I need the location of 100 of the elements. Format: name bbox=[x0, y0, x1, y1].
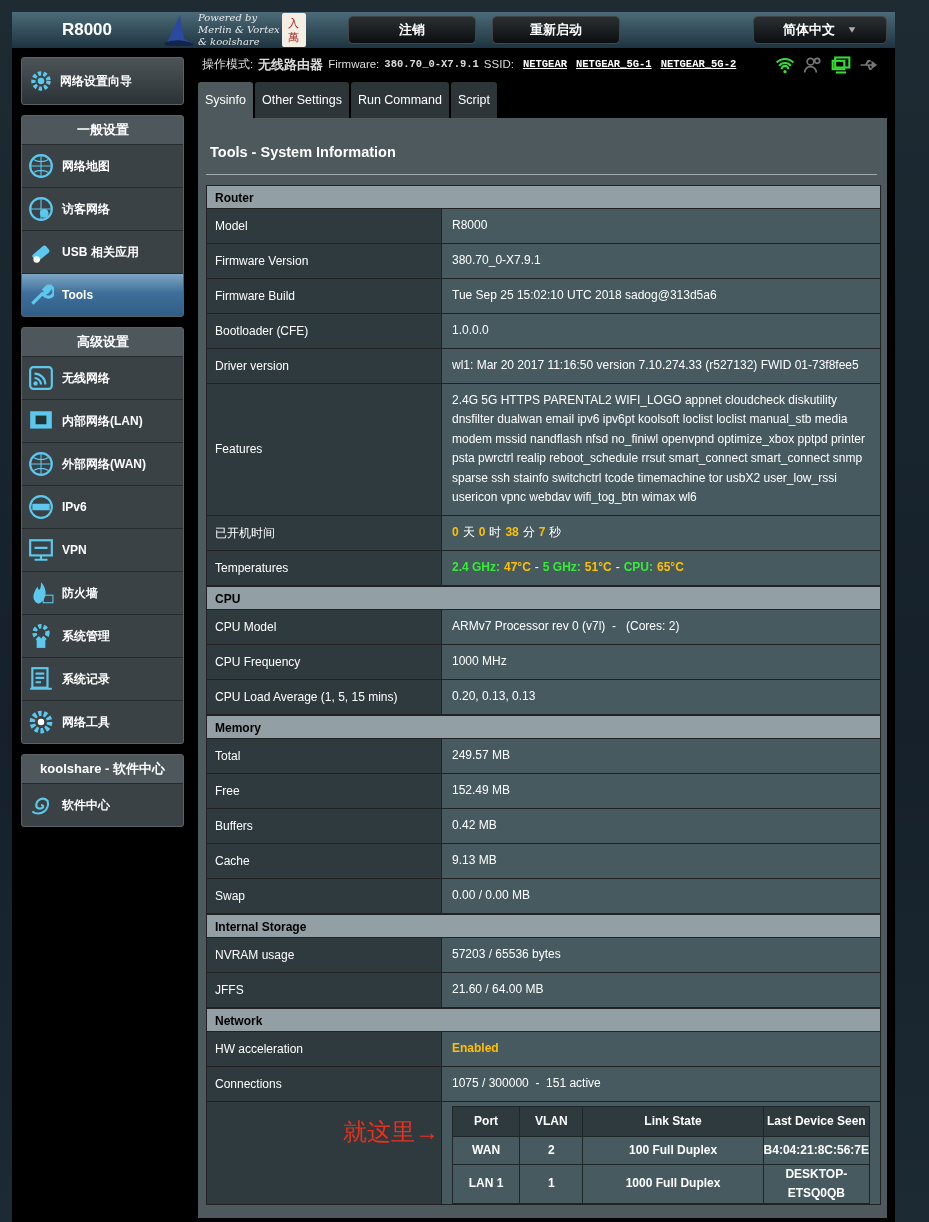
row-label: Cache bbox=[207, 843, 442, 878]
value-text: 38 bbox=[505, 524, 519, 541]
value-text: R8000 bbox=[452, 217, 488, 234]
value-text: 0.20, 0.13, 0.13 bbox=[452, 688, 536, 705]
value-text: 7 bbox=[538, 524, 546, 541]
column-header: Link State bbox=[583, 1106, 764, 1137]
row-label: CPU Load Average (1, 5, 15 mins) bbox=[207, 679, 442, 714]
tab[interactable]: Other Settings bbox=[255, 82, 349, 118]
sidebar-item[interactable]: 软件中心 bbox=[22, 783, 183, 826]
row-label: Model bbox=[207, 208, 442, 243]
sidebar-item[interactable]: VPN bbox=[22, 528, 183, 571]
document-icon bbox=[28, 666, 54, 692]
model-name: R8000 bbox=[60, 19, 114, 42]
ssid-link[interactable]: NETGEAR_5G-2 bbox=[660, 57, 737, 73]
ssid-link[interactable]: NETGEAR_5G-1 bbox=[576, 57, 652, 73]
logout-button[interactable]: 注销 bbox=[348, 16, 476, 44]
value-text: Enabled bbox=[452, 1040, 499, 1057]
value-text: 152.49 MB bbox=[452, 782, 511, 799]
sidebar-item[interactable]: 无线网络 bbox=[22, 356, 183, 399]
section-header: CPU bbox=[206, 585, 881, 610]
value-text: 5 GHz: bbox=[542, 559, 581, 576]
gear-icon bbox=[28, 68, 54, 94]
monitor-icon[interactable] bbox=[831, 55, 851, 75]
value-text: 0.42 MB bbox=[452, 817, 497, 834]
value-text: 21.60 / 64.00 MB bbox=[452, 981, 544, 998]
tab[interactable]: Script bbox=[451, 82, 497, 118]
wrench-icon bbox=[28, 282, 54, 308]
value-text: 1.0.0.0 bbox=[452, 322, 489, 339]
table-cell: LAN 1 bbox=[452, 1164, 520, 1204]
setup-wizard-button[interactable]: 网络设置向导 bbox=[21, 57, 184, 105]
ssid-link[interactable]: NETGEAR bbox=[522, 57, 567, 73]
menu-section-header: 高级设置 bbox=[22, 328, 183, 356]
row-label: Temperatures bbox=[207, 550, 442, 585]
sidebar-item[interactable]: 防火墙 bbox=[22, 571, 183, 614]
sidebar-item[interactable]: 系统管理 bbox=[22, 614, 183, 657]
mode-label: 操作模式: bbox=[202, 57, 254, 73]
table-cell: 2 bbox=[519, 1136, 583, 1165]
value-text: 1075 / 300000 - 151 active bbox=[452, 1075, 601, 1092]
firmware-link[interactable]: 380.70_0-X7.9.1 bbox=[384, 57, 479, 73]
value-text: 0 bbox=[478, 524, 486, 541]
value-text: 47°C bbox=[504, 559, 531, 576]
row-label: Connections bbox=[207, 1066, 442, 1101]
section-header: Router bbox=[206, 184, 881, 209]
row-label: 已开机时间 bbox=[207, 515, 442, 550]
column-header: Last Device Seen bbox=[763, 1106, 870, 1137]
logo-text: & koolshare bbox=[198, 36, 261, 48]
value-text: 51°C bbox=[584, 559, 612, 576]
row-label: CPU Frequency bbox=[207, 644, 442, 679]
section-header: Memory bbox=[206, 714, 881, 739]
value-text: 秒 bbox=[549, 524, 562, 541]
operation-mode-link[interactable]: 无线路由器 bbox=[258, 55, 324, 75]
value-text: 分 bbox=[522, 524, 535, 541]
value-text: wl1: Mar 20 2017 11:16:50 version 7.10.274.33 (r527132) FWID 01-73f8fee5 bbox=[452, 357, 859, 374]
value-text: 249.57 MB bbox=[452, 747, 511, 764]
value-text: 时 bbox=[489, 524, 502, 541]
table-cell: 100 Full Duplex bbox=[583, 1136, 764, 1165]
tab[interactable]: Run Command bbox=[350, 82, 449, 118]
firmware-label: Firmware: bbox=[328, 57, 380, 73]
sidebar-item[interactable]: 系统记录 bbox=[22, 657, 183, 700]
mahjong-tile: 入 萬 bbox=[281, 13, 306, 47]
sidebar-item[interactable]: 网络地图 bbox=[22, 144, 183, 187]
value-text: 2.4 GHz: bbox=[452, 559, 500, 576]
annotation-text: 就这里→ bbox=[343, 1116, 439, 1147]
menu-section-header: 一般设置 bbox=[22, 116, 183, 144]
value-text: 1000 MHz bbox=[452, 653, 507, 670]
row-label: Driver version bbox=[207, 348, 442, 383]
value-text: 9.13 MB bbox=[452, 852, 497, 869]
wifi-icon[interactable] bbox=[775, 55, 795, 75]
gear-icon bbox=[28, 709, 54, 735]
value-text: - bbox=[615, 559, 620, 576]
wizard-hat-icon bbox=[162, 13, 196, 47]
ssid-label: SSID: bbox=[483, 57, 514, 73]
monitor-icon bbox=[28, 537, 54, 563]
tab[interactable]: Sysinfo bbox=[198, 82, 253, 118]
value-text: 65°C bbox=[657, 559, 684, 576]
sidebar-item[interactable]: 网络工具 bbox=[22, 700, 183, 743]
users-icon[interactable] bbox=[803, 55, 823, 75]
sidebar-item[interactable]: IPv6 bbox=[22, 485, 183, 528]
sidebar-item[interactable]: 访客网络 bbox=[22, 187, 183, 230]
row-label: CPU Model bbox=[207, 609, 442, 644]
reboot-button[interactable]: 重新启动 bbox=[492, 16, 620, 44]
sidebar-item[interactable]: 内部网络(LAN) bbox=[22, 399, 183, 442]
value-text: 57203 / 65536 bytes bbox=[452, 946, 561, 963]
sidebar-item[interactable]: 外部网络(WAN) bbox=[22, 442, 183, 485]
menu-section-header: koolshare - 软件中心 bbox=[22, 755, 183, 783]
row-label: Firmware Version bbox=[207, 243, 442, 278]
language-dropdown[interactable]: 简体中文 bbox=[753, 16, 887, 44]
row-label: Total bbox=[207, 738, 442, 773]
value-text: CPU: bbox=[623, 559, 653, 576]
wifi-icon bbox=[28, 365, 54, 391]
column-header: Port bbox=[452, 1106, 520, 1137]
caret-icon bbox=[847, 26, 857, 34]
table-cell: 1 bbox=[519, 1164, 583, 1204]
sidebar-item[interactable]: Tools bbox=[22, 273, 183, 316]
device-link[interactable]: DESKTOP-ETSQ0QB bbox=[763, 1164, 869, 1203]
section-header: Internal Storage bbox=[206, 913, 881, 938]
panel-title: Tools - System Information bbox=[206, 118, 877, 175]
value-text: - bbox=[534, 559, 539, 576]
logo-text: Merlin & Vortex bbox=[198, 24, 280, 36]
row-label: Buffers bbox=[207, 808, 442, 843]
